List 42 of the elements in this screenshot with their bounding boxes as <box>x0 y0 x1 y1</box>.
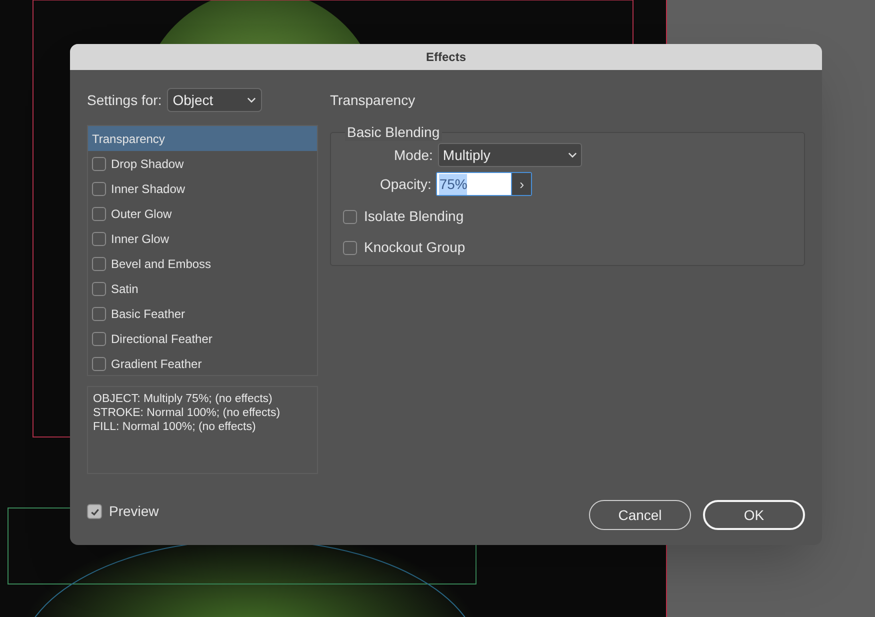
checkbox[interactable] <box>92 332 106 346</box>
checkmark-icon <box>90 506 100 516</box>
ok-button[interactable]: OK <box>703 500 805 530</box>
checkbox[interactable] <box>92 256 106 270</box>
opacity-slider-button[interactable]: › <box>511 173 532 195</box>
summary-line: FILL: Normal 100%; (no effects) <box>93 420 257 434</box>
effect-list-item[interactable]: Basic Feather <box>88 301 317 326</box>
effect-list-item[interactable]: Outer Glow <box>88 201 317 226</box>
checkbox[interactable] <box>92 206 106 220</box>
preview-label: Preview <box>109 502 159 521</box>
settings-for-label: Settings for: <box>87 90 162 110</box>
effect-list-item[interactable]: Inner Shadow <box>88 176 317 201</box>
checkbox[interactable] <box>92 356 106 370</box>
settings-for-dropdown[interactable]: Object <box>166 88 262 112</box>
summary-line: STROKE: Normal 100%; (no effects) <box>93 406 282 420</box>
checkbox[interactable] <box>87 504 102 519</box>
checkbox[interactable] <box>92 156 106 170</box>
option-label: Knockout Group <box>364 238 466 257</box>
effect-list-item[interactable]: Directional Feather <box>88 326 317 351</box>
checkbox[interactable] <box>92 182 106 196</box>
effect-list-item[interactable]: Inner Glow <box>88 226 317 251</box>
mode-label: Mode: <box>394 146 433 164</box>
panel-title: Transparency <box>330 90 416 110</box>
chevron-down-icon <box>568 152 577 158</box>
checkbox[interactable] <box>92 232 106 246</box>
effect-list-item[interactable]: Bevel and Emboss <box>88 251 317 276</box>
checkbox[interactable] <box>92 306 106 320</box>
effect-list-item[interactable]: Satin <box>88 276 317 301</box>
checkbox[interactable] <box>343 210 357 224</box>
cancel-button[interactable]: Cancel <box>589 500 691 530</box>
mode-dropdown[interactable]: Multiply <box>438 143 582 167</box>
option-label: Isolate Blending <box>364 207 464 226</box>
opacity-label: Opacity: <box>380 174 432 194</box>
opacity-field[interactable]: 75% › <box>436 172 532 196</box>
checkbox[interactable] <box>92 282 106 296</box>
summary-line: OBJECT: Multiply 75%; (no effects) <box>93 392 274 406</box>
dialog-title: Effects <box>70 44 822 70</box>
checkbox[interactable] <box>343 240 357 254</box>
effect-list-item[interactable]: Drop Shadow <box>88 151 317 176</box>
chevron-down-icon <box>246 97 256 103</box>
effect-list-item[interactable]: Gradient Feather <box>88 351 317 376</box>
effect-list-item[interactable]: Transparency <box>88 126 317 151</box>
